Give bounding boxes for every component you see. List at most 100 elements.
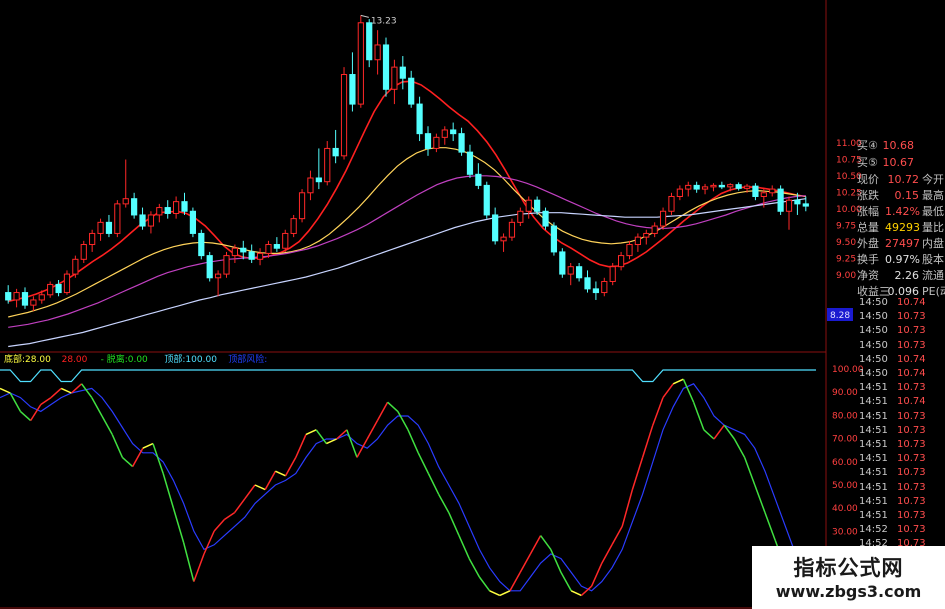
candle-body — [802, 203, 809, 207]
candle-body — [105, 221, 113, 234]
candle-body — [290, 218, 297, 234]
main-line-segment — [0, 387, 11, 394]
tick-time: 14:50 — [859, 339, 888, 351]
tick-price: 10.74 — [897, 353, 926, 365]
candle-body — [164, 207, 171, 214]
tick-row: 14:50 10.73 — [859, 339, 926, 353]
bid5-label: 买⑤ — [857, 156, 878, 169]
candle-body — [408, 77, 415, 105]
candle-body — [601, 280, 608, 294]
tick-row: 14:51 10.73 — [859, 452, 926, 466]
candle-body — [634, 236, 641, 246]
candle-body — [542, 210, 549, 227]
candle-body — [240, 247, 247, 253]
tick-time: 14:51 — [859, 382, 888, 394]
candle-body — [785, 199, 793, 212]
candle-body — [424, 133, 432, 149]
stat-label: 换手 — [857, 253, 879, 266]
tick-price: 10.73 — [897, 339, 926, 351]
candle-body — [181, 201, 188, 212]
main-line-segment — [601, 544, 613, 564]
stat-label: 涨幅 — [857, 205, 879, 218]
candle-body — [701, 186, 709, 190]
main-line-segment — [336, 429, 348, 440]
stat-value: 1.42% — [885, 205, 920, 218]
candle-body — [97, 221, 104, 234]
legend-entry: 底部:28.00 — [4, 353, 51, 365]
main-line-segment — [50, 387, 62, 399]
main-line-segment — [570, 590, 582, 597]
high-annotation: 13.23 — [371, 16, 397, 26]
stat-label-2: 今开 — [922, 173, 944, 186]
candle-body — [718, 184, 725, 188]
main-line-segment — [417, 452, 430, 474]
candle-body — [508, 221, 516, 238]
main-line-segment — [652, 397, 664, 426]
tick-price: 10.73 — [897, 453, 926, 465]
stat-value: 49293 — [885, 221, 920, 234]
tick-time: 14:50 — [859, 353, 888, 365]
main-line-segment — [631, 457, 644, 490]
stock-chart[interactable]: 13.2311.0010.7510.5010.2510.009.759.509.… — [0, 0, 945, 609]
tick-price: 10.73 — [897, 510, 926, 521]
tick-price: 10.73 — [897, 382, 926, 394]
tick-time: 14:51 — [859, 396, 888, 408]
candle-body — [592, 288, 600, 294]
high-marker — [360, 14, 369, 18]
main-line-segment — [203, 530, 215, 555]
candle-body — [450, 129, 457, 135]
candle-body — [693, 184, 700, 190]
tick-time: 14:51 — [859, 481, 888, 493]
stat-row: 涨幅 1.42% 最低 — [857, 204, 944, 220]
candle-body — [500, 236, 507, 242]
main-line-segment — [121, 456, 134, 468]
main-line-segment — [713, 424, 725, 440]
main-line-segment — [662, 383, 674, 399]
candle-body — [760, 192, 767, 197]
main-line-segment — [326, 438, 337, 445]
candle-body — [769, 188, 776, 194]
main-line-segment — [733, 438, 746, 458]
main-line-segment — [489, 590, 501, 597]
main-line-segment — [672, 378, 684, 385]
main-line-segment — [448, 512, 460, 536]
candle-body — [38, 294, 45, 301]
candle-body — [576, 266, 583, 279]
main-line-segment — [427, 473, 440, 495]
tick-row: 14:51 10.73 — [859, 438, 926, 452]
candle-body — [626, 244, 633, 257]
candle-body — [114, 203, 121, 234]
stat-value: 0.97% — [885, 253, 920, 266]
candle-body — [340, 74, 348, 157]
tick-row: 14:50 10.74 — [859, 296, 926, 310]
main-line-segment — [509, 572, 521, 592]
main-line-segment — [233, 498, 246, 514]
tick-time: 14:51 — [859, 439, 888, 450]
candle-body — [492, 214, 499, 242]
main-line-segment — [387, 401, 399, 412]
main-line-segment — [743, 457, 756, 486]
candle-body — [458, 133, 465, 153]
candle-body — [63, 273, 71, 294]
legend-entry: 28.00 — [62, 355, 88, 365]
stat-row: 涨跌 0.15 最高 — [857, 188, 944, 204]
tick-time: 14:51 — [859, 510, 888, 521]
main-line-segment — [40, 396, 52, 406]
candle-body — [72, 258, 79, 275]
tick-row: 14:51 10.73 — [859, 495, 926, 509]
stat-value: 10.72 — [887, 173, 920, 186]
bid4-price: 10.68 — [882, 139, 915, 152]
tick-price: 10.73 — [897, 467, 926, 479]
tick-row: 14:51 10.73 — [859, 481, 926, 495]
legend-entry: - 脱离:0.00 — [101, 353, 148, 365]
candle-body — [298, 192, 306, 220]
candle-body — [643, 232, 650, 238]
main-line-segment — [366, 420, 379, 440]
main-line-segment — [305, 429, 317, 436]
tick-time: 14:51 — [859, 453, 888, 465]
watermark: 指标公式网 www.zbgs3.com — [752, 546, 945, 609]
ma-line-2 — [8, 147, 806, 318]
main-line-segment — [193, 553, 205, 582]
main-line-segment — [580, 585, 593, 596]
tick-row: 14:51 10.73 — [859, 410, 926, 424]
